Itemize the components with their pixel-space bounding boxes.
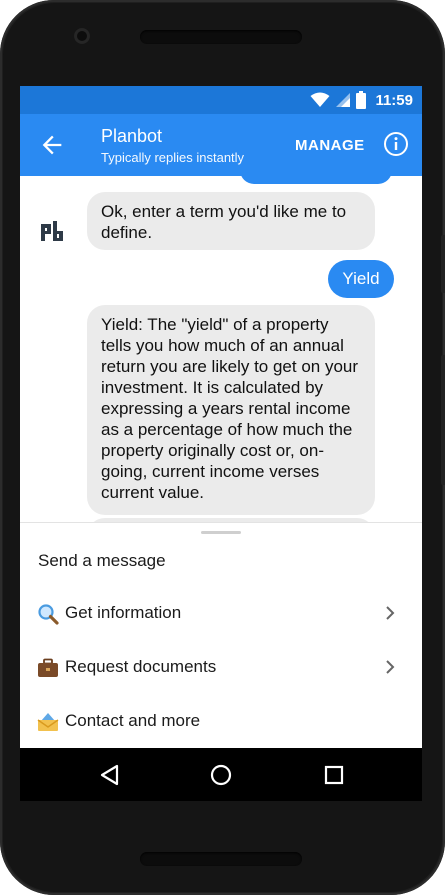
- manage-button[interactable]: MANAGE: [295, 137, 365, 154]
- envelope-icon: [37, 713, 59, 731]
- conversation-title: Planbot: [101, 126, 163, 146]
- menu-item-get-information[interactable]: Get information: [20, 589, 422, 639]
- status-time: 11:59: [375, 91, 413, 109]
- front-camera: [74, 28, 90, 44]
- chevron-right-icon: [386, 606, 395, 620]
- nav-back-icon[interactable]: [97, 761, 125, 789]
- menu-item-label: Request documents: [65, 657, 217, 676]
- nav-recents-icon[interactable]: [320, 761, 348, 789]
- sheet-handle[interactable]: [201, 531, 241, 534]
- nav-home-icon[interactable]: [207, 761, 235, 789]
- power-button: [441, 355, 445, 485]
- briefcase-icon: [38, 658, 58, 677]
- menu-item-request-documents[interactable]: Request documents: [20, 643, 422, 693]
- phone-frame: 11:59 Planbot Typically replies instantl…: [0, 0, 445, 895]
- menu-item-contact-and-more[interactable]: Contact and more: [20, 697, 422, 747]
- screen: 11:59 Planbot Typically replies instantl…: [20, 86, 422, 801]
- menu-item-label: Contact and more: [65, 711, 201, 730]
- bot-message: Yield: The "yield" of a property tells y…: [87, 305, 375, 515]
- menu-item-label: Get information: [65, 603, 182, 622]
- app-bar: Planbot Typically replies instantly MANA…: [20, 114, 422, 176]
- user-message: Yield: [328, 260, 394, 298]
- status-bar: 11:59: [20, 86, 422, 114]
- wifi-icon: [310, 92, 330, 107]
- magnifying-glass-icon: [38, 604, 59, 625]
- previous-user-message: [240, 176, 392, 184]
- cell-signal-icon: [336, 93, 351, 107]
- send-message-label[interactable]: Send a message: [38, 551, 166, 571]
- chat-thread[interactable]: Ok, enter a term you'd like me to define…: [20, 176, 422, 522]
- info-icon[interactable]: [383, 131, 409, 157]
- bot-message: Ok, enter a term you'd like me to define…: [87, 192, 375, 250]
- volume-button: [441, 235, 445, 293]
- planbot-logo-icon: [41, 221, 63, 241]
- android-navigation-bar: [20, 748, 422, 801]
- conversation-subtitle: Typically replies instantly: [101, 150, 245, 165]
- chevron-right-icon: [386, 660, 395, 674]
- back-arrow-icon[interactable]: [38, 131, 66, 159]
- bot-avatar: [32, 212, 72, 252]
- bottom-speaker: [140, 852, 302, 866]
- quick-reply-menu: Send a message Get information Request d…: [20, 522, 422, 749]
- top-speaker: [140, 30, 302, 44]
- battery-icon: [356, 91, 367, 109]
